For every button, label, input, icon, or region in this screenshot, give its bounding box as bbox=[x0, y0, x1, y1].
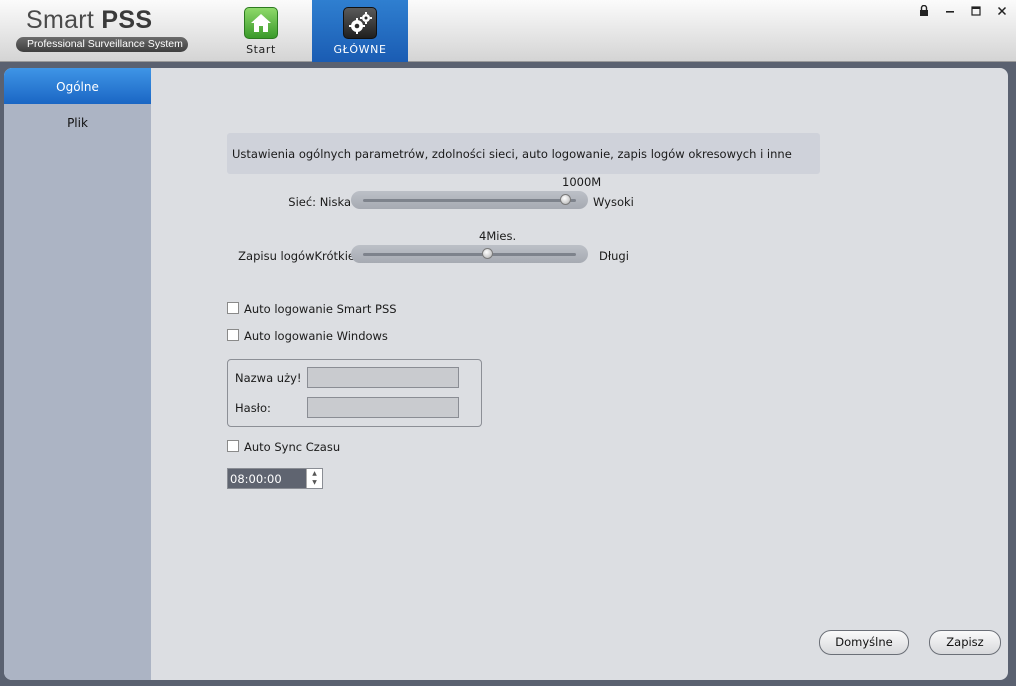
log-value-label: 4Mies. bbox=[479, 229, 517, 243]
save-button[interactable]: Zapisz bbox=[929, 630, 1001, 655]
time-value: 08:00:00 bbox=[228, 469, 306, 488]
network-slider[interactable] bbox=[351, 191, 588, 209]
sidebar-item-plik[interactable]: Plik bbox=[4, 104, 151, 140]
tab-glowne[interactable]: GŁÓWNE bbox=[312, 0, 408, 62]
username-label: Nazwa uży! bbox=[235, 371, 302, 385]
password-input[interactable] bbox=[307, 397, 459, 418]
network-high-label: Wysoki bbox=[593, 195, 634, 209]
app-title-bold: PSS bbox=[101, 6, 153, 34]
auto-login-windows-label: Auto logowanie Windows bbox=[244, 329, 388, 343]
sidebar: Ogólne Plik bbox=[4, 68, 151, 680]
app-logo: Smart PSS Professional Surveillance Syst… bbox=[16, 6, 191, 52]
app-title-light: Smart bbox=[26, 6, 102, 34]
auto-login-pss-label: Auto logowanie Smart PSS bbox=[244, 302, 397, 316]
username-input[interactable] bbox=[307, 367, 459, 388]
lock-icon[interactable] bbox=[914, 3, 934, 19]
spin-up-icon[interactable]: ▲ bbox=[307, 469, 322, 478]
app-title: Smart PSS bbox=[16, 6, 191, 34]
tab-start-label: Start bbox=[246, 43, 276, 56]
title-bar: Smart PSS Professional Surveillance Syst… bbox=[0, 0, 1016, 62]
auto-sync-label: Auto Sync Czasu bbox=[244, 440, 341, 454]
auto-sync-checkbox[interactable] bbox=[227, 440, 239, 452]
close-icon[interactable] bbox=[992, 3, 1012, 19]
tab-start[interactable]: Start bbox=[216, 0, 306, 62]
password-label: Hasło: bbox=[235, 401, 271, 415]
default-button[interactable]: Domyślne bbox=[819, 630, 909, 655]
content-area: Ogólne Plik Ustawienia ogólnych parametr… bbox=[4, 68, 1008, 680]
time-spinner[interactable]: ▲ ▼ bbox=[306, 469, 322, 488]
auto-login-pss-checkbox[interactable] bbox=[227, 302, 239, 314]
credentials-group: Nazwa uży! Hasło: bbox=[227, 359, 482, 427]
window-controls bbox=[914, 3, 1012, 19]
minimize-icon[interactable] bbox=[940, 3, 960, 19]
network-value-label: 1000M bbox=[562, 175, 602, 189]
gears-icon bbox=[343, 7, 377, 39]
app-subtitle: Professional Surveillance System bbox=[16, 37, 188, 52]
network-slider-thumb[interactable] bbox=[560, 194, 572, 205]
log-slider[interactable] bbox=[351, 245, 588, 263]
settings-panel: Ustawienia ogólnych parametrów, zdolnośc… bbox=[151, 68, 1008, 680]
log-slider-thumb[interactable] bbox=[481, 248, 493, 259]
settings-description: Ustawienia ogólnych parametrów, zdolnośc… bbox=[227, 133, 820, 174]
sidebar-item-ogolne[interactable]: Ogólne bbox=[4, 68, 151, 104]
time-input[interactable]: 08:00:00 ▲ ▼ bbox=[227, 468, 323, 489]
log-slider-track bbox=[363, 253, 576, 256]
auto-login-windows-checkbox[interactable] bbox=[227, 329, 239, 341]
maximize-icon[interactable] bbox=[966, 3, 986, 19]
log-long-label: Długi bbox=[599, 249, 629, 263]
home-icon bbox=[244, 7, 278, 39]
network-low-label: Sieć: Niska bbox=[288, 195, 351, 209]
spin-down-icon[interactable]: ▼ bbox=[307, 478, 322, 487]
network-slider-track bbox=[363, 199, 576, 202]
log-short-label: Zapisu logówKrótkie bbox=[238, 249, 355, 263]
tab-glowne-label: GŁÓWNE bbox=[333, 43, 387, 56]
